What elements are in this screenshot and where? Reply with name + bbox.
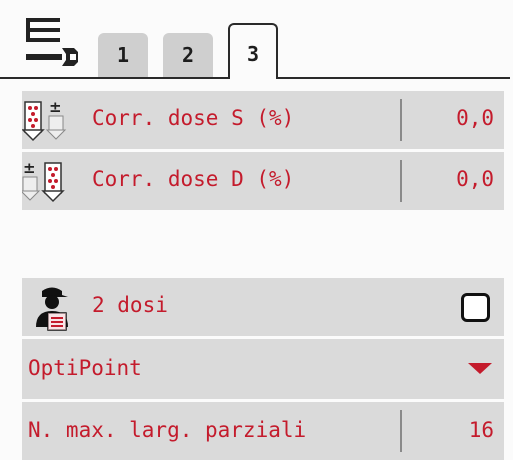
dose-right-icon: ± — [22, 159, 65, 203]
two-doses-checkbox[interactable] — [461, 293, 490, 322]
optipoint-label: OptiPoint — [28, 356, 142, 380]
optipoint-dropdown[interactable]: OptiPoint — [22, 339, 504, 399]
corr-dose-d-label: Corr. dose D (%) — [92, 167, 295, 191]
two-doses-label: 2 dosi — [92, 293, 168, 317]
tab-2[interactable]: 2 — [163, 33, 213, 77]
settings-screen: 1 2 3 ± Corr. dose S (%) 0,0 ± Corr. dos… — [0, 0, 513, 460]
max-sections-row[interactable]: N. max. larg. parziali 16 — [22, 402, 504, 460]
corr-dose-s-label: Corr. dose S (%) — [92, 106, 295, 130]
two-doses-row[interactable]: 2 dosi — [22, 278, 504, 336]
operator-icon — [36, 287, 68, 331]
svg-text:±: ± — [49, 98, 62, 116]
row-divider — [400, 99, 402, 141]
tab-bar: 1 2 3 — [0, 0, 513, 86]
corr-dose-d-row[interactable]: ± Corr. dose D (%) 0,0 — [22, 152, 504, 210]
row-divider — [400, 410, 402, 452]
row-divider — [400, 160, 402, 202]
corr-dose-s-row[interactable]: ± Corr. dose S (%) 0,0 — [22, 91, 504, 149]
tab-1[interactable]: 1 — [98, 33, 148, 77]
corr-dose-s-value[interactable]: 0,0 — [456, 106, 494, 130]
svg-text:±: ± — [23, 159, 36, 177]
dose-left-icon: ± — [22, 98, 67, 142]
chevron-down-icon[interactable] — [468, 363, 492, 374]
max-sections-value[interactable]: 16 — [469, 418, 494, 442]
corr-dose-d-value[interactable]: 0,0 — [456, 167, 494, 191]
settings-icon — [26, 18, 78, 66]
tab-3[interactable]: 3 — [228, 23, 278, 79]
max-sections-label: N. max. larg. parziali — [28, 418, 307, 442]
